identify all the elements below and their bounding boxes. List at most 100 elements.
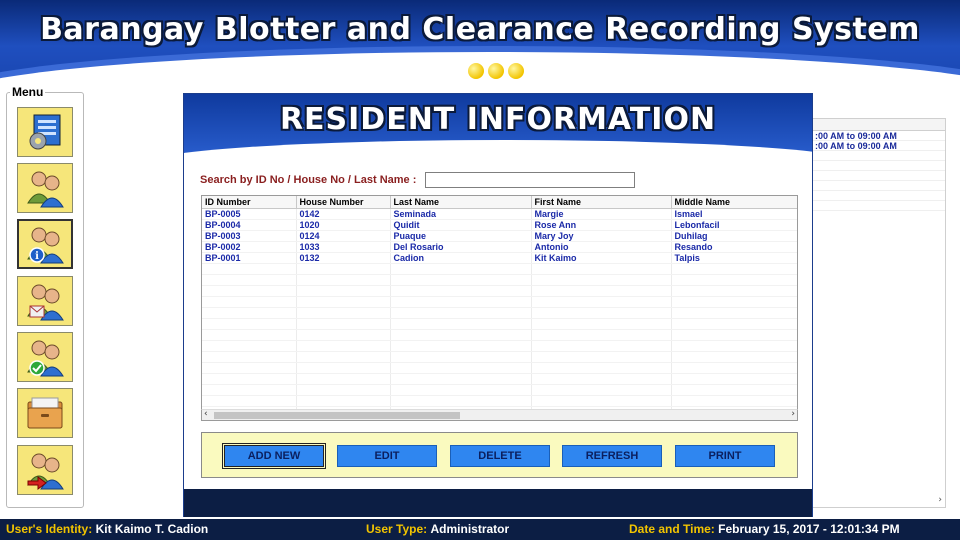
column-header[interactable]: ID Number bbox=[202, 196, 297, 209]
search-label: Search by ID No / House No / Last Name : bbox=[200, 174, 417, 186]
table-cell-empty bbox=[202, 384, 297, 396]
table-cell-empty bbox=[202, 329, 297, 341]
table-cell-empty bbox=[531, 285, 672, 297]
menu-blotter-button[interactable] bbox=[17, 276, 73, 326]
table-cell-empty bbox=[531, 373, 672, 385]
table-cell-empty bbox=[202, 318, 297, 330]
table-cell-empty bbox=[671, 329, 797, 341]
table-cell[interactable]: Puaque bbox=[390, 230, 532, 242]
table-cell-empty bbox=[202, 362, 297, 374]
menu-settings-button[interactable] bbox=[17, 107, 73, 157]
resident-information-window: RESIDENT INFORMATION Search by ID No / H… bbox=[183, 93, 813, 517]
table-cell[interactable]: 0132 bbox=[296, 252, 391, 264]
table-cell[interactable]: Seminada bbox=[390, 208, 532, 220]
table-cell-empty bbox=[390, 351, 532, 363]
table-row[interactable]: BP-0005 0142 Seminada Margie Ismael bbox=[202, 208, 797, 220]
table-cell-empty bbox=[531, 395, 672, 407]
table-row-empty bbox=[202, 318, 797, 330]
app-title: Barangay Blotter and Clearance Recording… bbox=[40, 12, 920, 47]
menu-legend: Menu bbox=[10, 85, 46, 99]
table-cell-empty bbox=[671, 296, 797, 308]
scroll-right-icon[interactable]: › bbox=[791, 409, 795, 419]
table-row[interactable]: BP-0001 0132 Cadion Kit Kaimo Talpis bbox=[202, 252, 797, 264]
column-header[interactable]: Middle Name bbox=[671, 196, 797, 209]
logout-user-icon bbox=[27, 453, 64, 490]
delete-button[interactable]: DELETE bbox=[450, 445, 550, 467]
scroll-right-icon[interactable]: › bbox=[938, 495, 942, 505]
table-row-empty bbox=[202, 340, 797, 352]
table-cell-empty bbox=[296, 329, 391, 341]
table-cell[interactable]: 1020 bbox=[296, 219, 391, 231]
print-button[interactable]: PRINT bbox=[675, 445, 775, 467]
table-cell[interactable]: Talpis bbox=[671, 252, 797, 264]
table-cell[interactable]: 0124 bbox=[296, 230, 391, 242]
table-row[interactable]: BP-0004 1020 Quidit Rose Ann Lebonfacil bbox=[202, 219, 797, 231]
table-cell-empty bbox=[296, 395, 391, 407]
table-cell-empty bbox=[202, 307, 297, 319]
button-panel: ADD NEW EDIT DELETE REFRESH PRINT bbox=[201, 432, 798, 478]
table-row-empty bbox=[202, 329, 797, 341]
menu-resident-info-button[interactable]: i bbox=[17, 219, 73, 269]
table-cell[interactable]: BP-0005 bbox=[202, 208, 297, 220]
table-cell-empty bbox=[202, 351, 297, 363]
menu-records-button[interactable] bbox=[17, 388, 73, 438]
user-type-value: Administrator bbox=[430, 522, 510, 536]
table-cell[interactable]: Lebonfacil bbox=[671, 219, 797, 231]
table-cell-empty bbox=[296, 263, 391, 275]
table-cell[interactable]: 1033 bbox=[296, 241, 391, 253]
scroll-left-icon[interactable]: ‹ bbox=[204, 409, 208, 419]
table-row-empty bbox=[202, 395, 797, 407]
table-cell[interactable]: Cadion bbox=[390, 252, 532, 264]
table-cell[interactable]: Margie bbox=[531, 208, 672, 220]
table-cell[interactable]: Mary Joy bbox=[531, 230, 672, 242]
refresh-button[interactable]: REFRESH bbox=[562, 445, 662, 467]
table-cell[interactable]: BP-0003 bbox=[202, 230, 297, 242]
table-cell[interactable]: Antonio bbox=[531, 241, 672, 253]
add-new-button[interactable]: ADD NEW bbox=[222, 443, 326, 469]
table-cell-empty bbox=[390, 263, 532, 275]
search-input[interactable] bbox=[425, 172, 635, 188]
settings-dashboard-icon bbox=[29, 114, 61, 150]
table-cell-empty bbox=[531, 307, 672, 319]
schedule-row-empty bbox=[801, 191, 945, 201]
menu-users-button[interactable] bbox=[17, 163, 73, 213]
resident-info-icon: i bbox=[27, 227, 64, 264]
menu-clearance-button[interactable] bbox=[17, 332, 73, 382]
edit-button[interactable]: EDIT bbox=[337, 445, 437, 467]
table-cell[interactable]: Kit Kaimo bbox=[531, 252, 672, 264]
table-cell-empty bbox=[390, 318, 532, 330]
table-cell[interactable]: BP-0002 bbox=[202, 241, 297, 253]
column-header[interactable]: House Number bbox=[296, 196, 391, 209]
table-cell[interactable]: Resando bbox=[671, 241, 797, 253]
table-cell[interactable]: BP-0004 bbox=[202, 219, 297, 231]
table-cell[interactable]: Del Rosario bbox=[390, 241, 532, 253]
table-cell[interactable]: BP-0001 bbox=[202, 252, 297, 264]
table-cell[interactable]: Duhilag bbox=[671, 230, 797, 242]
table-cell-empty bbox=[296, 285, 391, 297]
table-cell-empty bbox=[202, 373, 297, 385]
scrollbar-thumb[interactable] bbox=[214, 412, 460, 419]
svg-text:i: i bbox=[35, 251, 39, 262]
column-header[interactable]: Last Name bbox=[390, 196, 532, 209]
table-cell-empty bbox=[531, 362, 672, 374]
menu-logout-button[interactable] bbox=[17, 445, 73, 495]
dot-icon bbox=[488, 63, 504, 79]
window-footer bbox=[184, 489, 812, 517]
table-row-empty bbox=[202, 285, 797, 297]
header-dots bbox=[468, 63, 524, 79]
horizontal-scrollbar[interactable]: ‹ › bbox=[201, 409, 798, 421]
schedule-panel: :00 AM to 09:00 AM :00 AM to 09:00 AM › bbox=[800, 118, 946, 508]
column-header[interactable]: First Name bbox=[531, 196, 672, 209]
table-cell[interactable]: Ismael bbox=[671, 208, 797, 220]
resident-table[interactable]: ID Number House Number Last Name First N… bbox=[201, 195, 798, 421]
header-curve bbox=[184, 140, 812, 160]
table-cell[interactable]: Rose Ann bbox=[531, 219, 672, 231]
table-cell-empty bbox=[671, 274, 797, 286]
table-cell[interactable]: Quidit bbox=[390, 219, 532, 231]
table-cell-empty bbox=[390, 362, 532, 374]
table-row[interactable]: BP-0003 0124 Puaque Mary Joy Duhilag bbox=[202, 230, 797, 242]
table-cell-empty bbox=[531, 384, 672, 396]
table-cell[interactable]: 0142 bbox=[296, 208, 391, 220]
table-row[interactable]: BP-0002 1033 Del Rosario Antonio Resando bbox=[202, 241, 797, 253]
table-row-empty bbox=[202, 307, 797, 319]
